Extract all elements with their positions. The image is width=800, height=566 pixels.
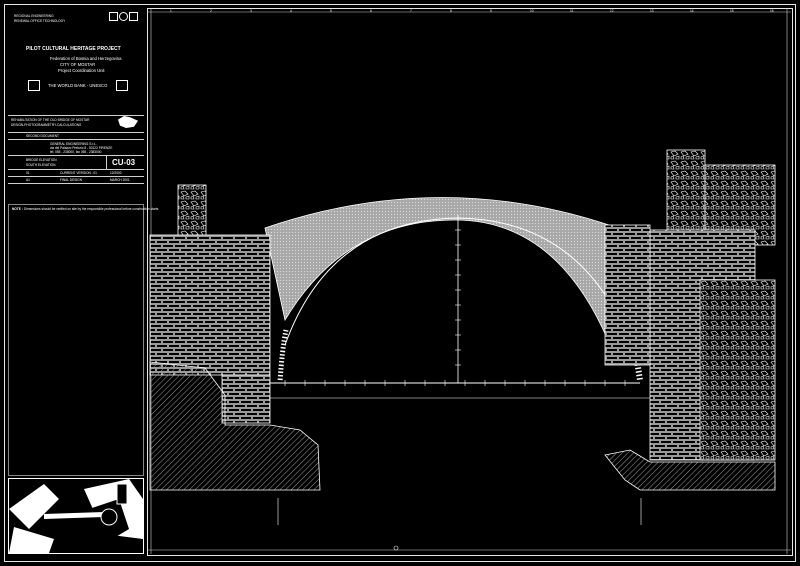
- reference-marks: [277, 498, 642, 551]
- scale-number: 8: [450, 9, 452, 13]
- scale-number: 11: [570, 9, 574, 13]
- scale-number: 7: [410, 9, 412, 13]
- left-abutment: [149, 234, 271, 376]
- scale-number: 9: [490, 9, 492, 13]
- right-wall: [604, 224, 651, 366]
- scale-number: 4: [290, 9, 292, 13]
- scale-number: 15: [730, 9, 734, 13]
- right-tower: [666, 149, 706, 241]
- arch-spandrel: [264, 197, 613, 351]
- scale-number: 13: [650, 9, 654, 13]
- scale-number: 14: [690, 9, 694, 13]
- voussoirs: [277, 329, 289, 383]
- left-pier: [221, 374, 271, 424]
- scale-number: 10: [530, 9, 534, 13]
- scale-number: 5: [330, 9, 332, 13]
- scale-number: 6: [370, 9, 372, 13]
- scale-number: 16: [770, 9, 774, 13]
- scale-number: 12: [610, 9, 614, 13]
- right-lower: [699, 279, 776, 461]
- scale-number: 3: [250, 9, 252, 13]
- bridge-elevation-drawing: [147, 8, 791, 554]
- scale-number: 1: [170, 9, 172, 13]
- scale-number: 2: [210, 9, 212, 13]
